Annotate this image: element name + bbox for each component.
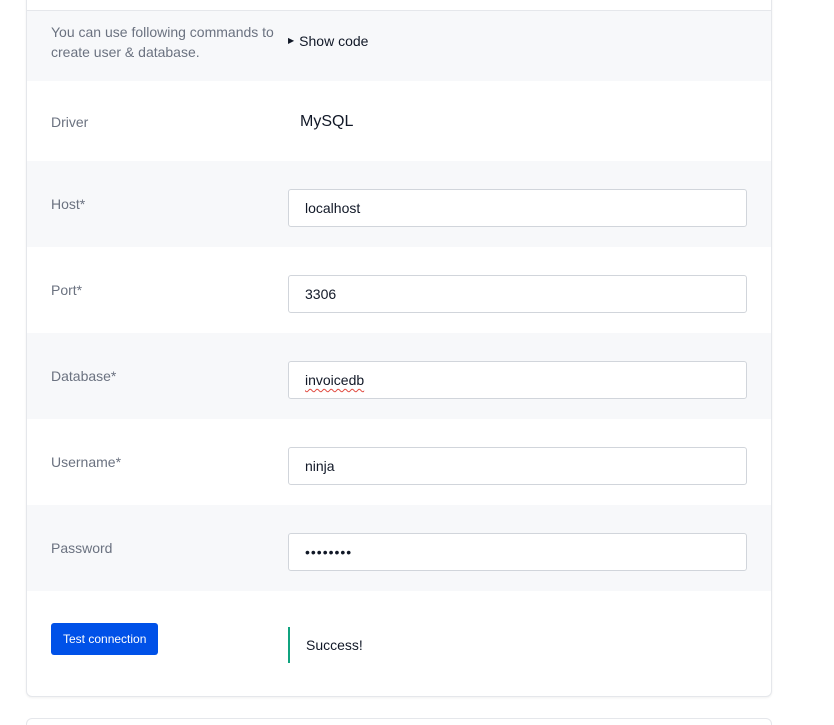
driver-value: MySQL <box>300 113 354 130</box>
driver-row: Driver MySQL <box>27 81 771 161</box>
host-row: Host* localhost <box>27 161 771 247</box>
page: You can use following commands to create… <box>0 0 834 725</box>
show-code-label: Show code <box>299 33 369 49</box>
connection-status-text: Success! <box>306 637 363 653</box>
password-input[interactable]: •••••••• <box>288 533 747 571</box>
port-label: Port* <box>51 282 83 298</box>
username-input-value: ninja <box>305 458 335 474</box>
port-input-value: 3306 <box>305 286 337 302</box>
port-input[interactable]: 3306 <box>288 275 747 313</box>
host-input[interactable]: localhost <box>288 189 747 227</box>
username-row: Username* ninja <box>27 419 771 505</box>
password-row: Password •••••••• <box>27 505 771 591</box>
host-label: Host* <box>51 196 86 212</box>
database-row: Database* invoicedb <box>27 333 771 419</box>
card-top-divider <box>27 0 771 11</box>
commands-label: You can use following commands to create… <box>51 24 274 60</box>
next-card-edge <box>26 718 772 725</box>
password-label: Password <box>51 540 113 556</box>
test-connection-row: Test connection Success! <box>27 591 771 687</box>
host-input-value: localhost <box>305 200 361 216</box>
database-input-value: invoicedb <box>305 372 365 388</box>
port-row: Port* 3306 <box>27 247 771 333</box>
username-input[interactable]: ninja <box>288 447 747 485</box>
driver-label: Driver <box>51 114 89 130</box>
show-code-toggle[interactable]: ▶ Show code <box>288 31 368 51</box>
database-input[interactable]: invoicedb <box>288 361 747 399</box>
database-setup-card: You can use following commands to create… <box>26 0 772 697</box>
username-label: Username* <box>51 454 122 470</box>
connection-status: Success! <box>288 627 363 663</box>
database-label: Database* <box>51 368 117 384</box>
password-input-value: •••••••• <box>305 544 353 560</box>
commands-row: You can use following commands to create… <box>27 11 771 81</box>
disclosure-triangle-icon: ▶ <box>288 36 295 45</box>
test-connection-button[interactable]: Test connection <box>51 623 159 655</box>
